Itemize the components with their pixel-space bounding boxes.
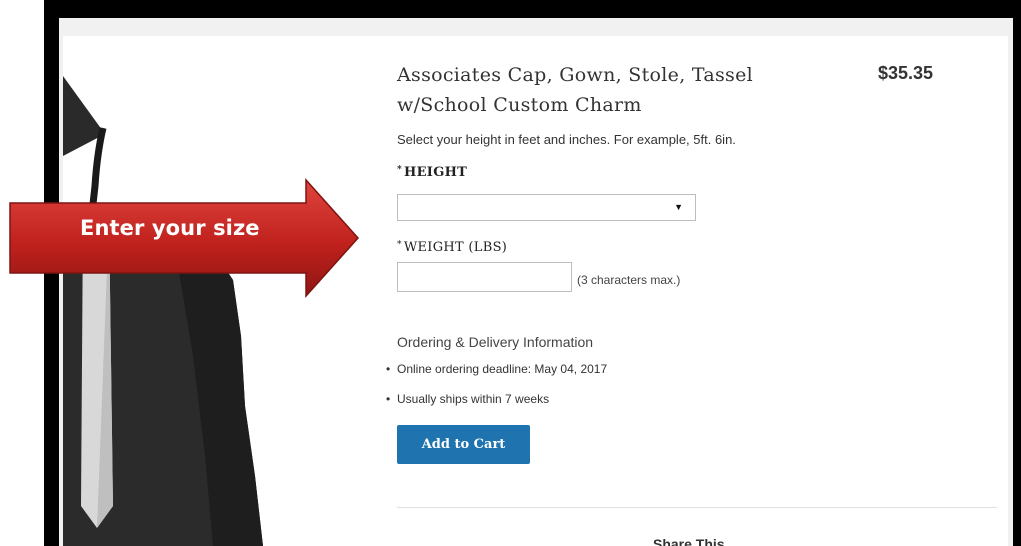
list-item: • Usually ships within 7 weeks [386, 391, 607, 421]
callout-text: Enter your size [80, 216, 260, 240]
required-marker: * [397, 165, 403, 175]
product-price: $35.35 [878, 63, 934, 83]
weight-hint: (3 characters max.) [577, 273, 681, 287]
weight-label-text: WEIGHT (LBS) [403, 240, 508, 255]
weight-input[interactable] [397, 262, 572, 292]
screenshot-frame-top [44, 0, 1021, 18]
bullet-icon: • [386, 362, 391, 376]
height-label-text: HEIGHT [404, 165, 468, 180]
product-title-line1: Associates Cap, Gown, Stole, Tassel [397, 64, 754, 86]
share-label: Share This [653, 536, 725, 546]
list-item: • Online ordering deadline: May 04, 2017 [386, 361, 607, 391]
ordering-deadline: Online ordering deadline: May 04, 2017 [397, 362, 608, 376]
section-divider [397, 507, 997, 508]
dropdown-caret-icon: ▼ [674, 202, 683, 212]
screenshot-frame-right [1013, 0, 1021, 546]
height-select[interactable]: ▼ [397, 194, 696, 221]
product-title: Associates Cap, Gown, Stole, Tassel w/Sc… [397, 60, 817, 120]
height-instructions: Select your height in feet and inches. F… [397, 132, 736, 147]
required-marker: * [397, 240, 402, 250]
ordering-heading: Ordering & Delivery Information [397, 334, 594, 350]
shipping-time: Usually ships within 7 weeks [397, 392, 550, 406]
add-to-cart-button[interactable]: Add to Cart [397, 425, 530, 464]
weight-label: * WEIGHT (LBS) [397, 240, 507, 255]
ordering-list: • Online ordering deadline: May 04, 2017 … [386, 361, 607, 421]
product-title-line2: w/School Custom Charm [397, 94, 642, 116]
height-label: * HEIGHT [397, 165, 467, 180]
bullet-icon: • [386, 392, 391, 406]
